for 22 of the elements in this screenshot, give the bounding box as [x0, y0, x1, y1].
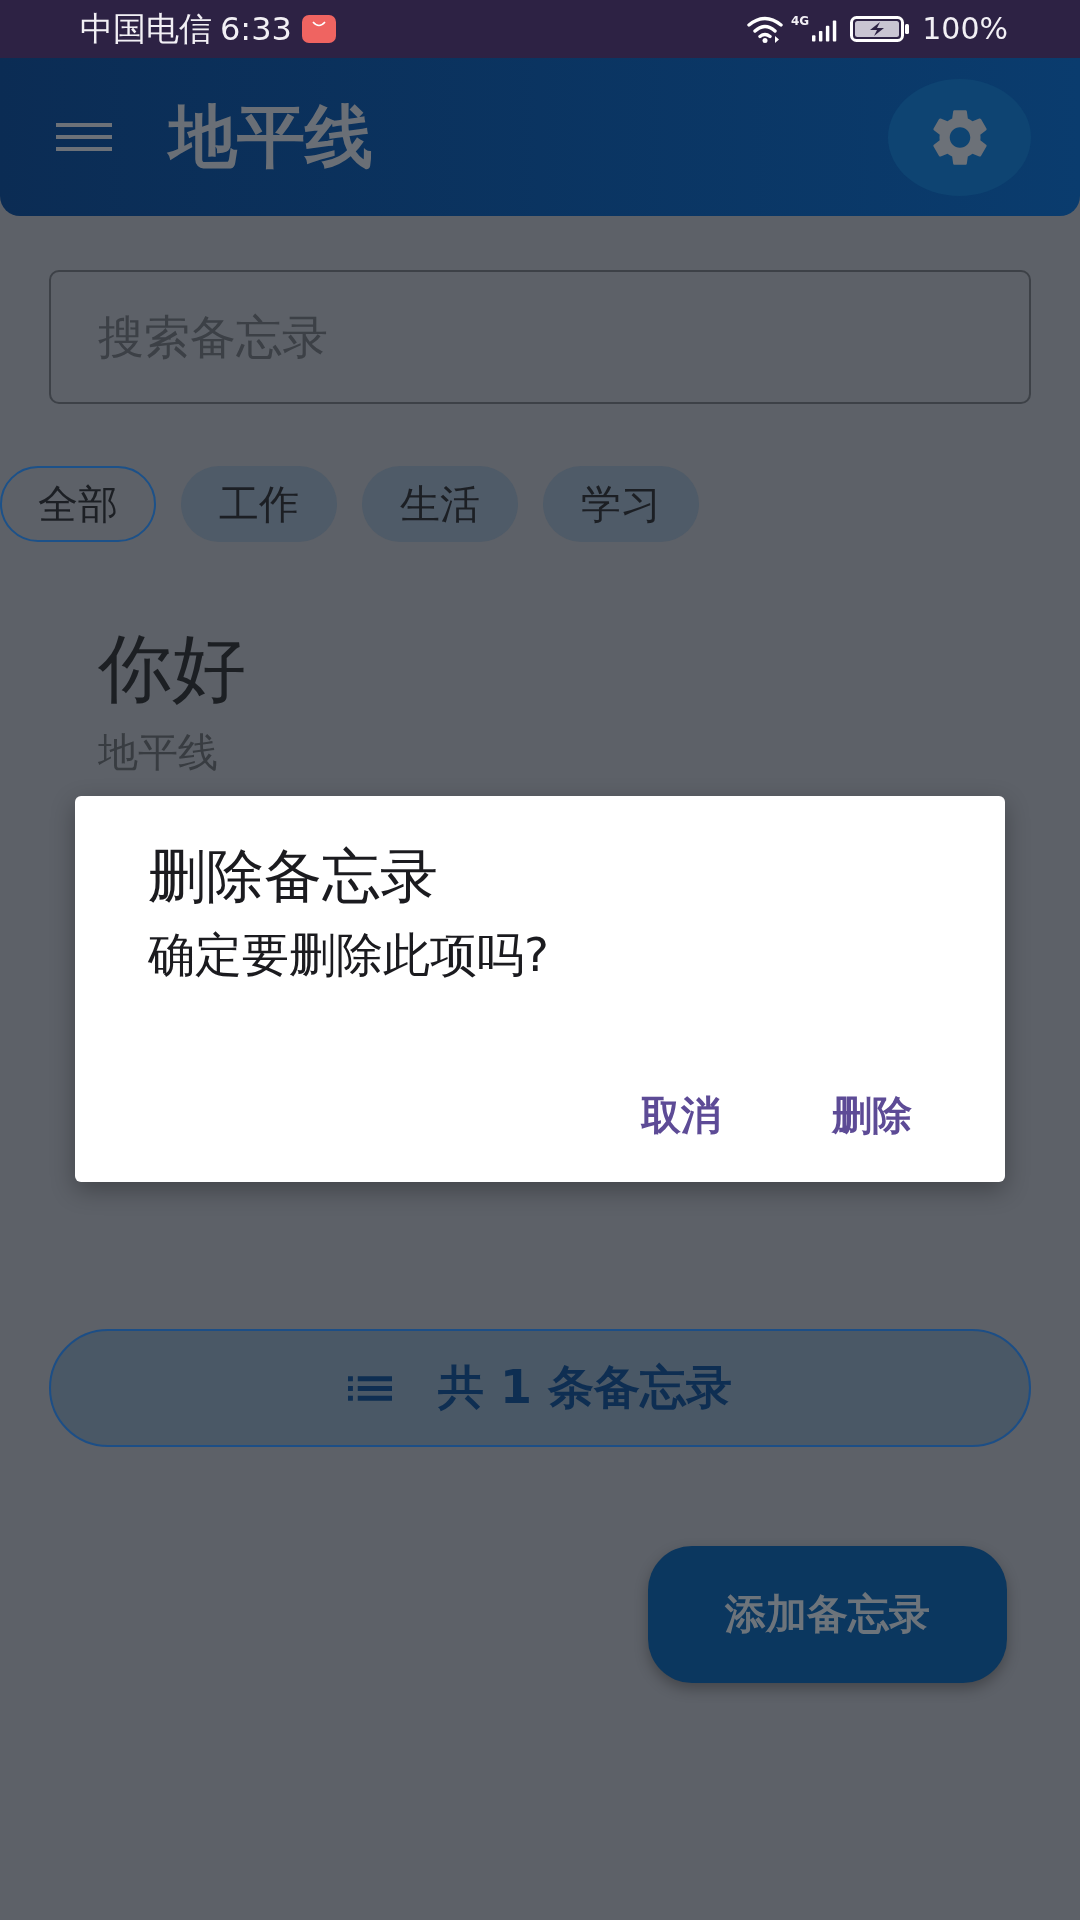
app-notification-icon	[301, 15, 336, 43]
dialog-button[interactable]: 取消	[617, 1080, 745, 1150]
network-type-label: 4G	[791, 15, 810, 27]
dialog-title: 删除备忘录	[148, 841, 438, 911]
menu-icon[interactable]	[56, 123, 112, 151]
filter-chip[interactable]: 生活	[362, 466, 518, 542]
add-memo-button[interactable]: 添加备忘录	[648, 1546, 1007, 1683]
battery-percentage: 100%	[922, 10, 1008, 48]
app-title: 地平线	[169, 97, 373, 177]
signal-icon	[812, 20, 839, 42]
carrier-label: 中国电信	[80, 9, 212, 49]
filter-chip[interactable]: 学习	[543, 466, 699, 542]
dialog-message: 确定要删除此项吗?	[148, 926, 549, 984]
wifi-icon	[747, 15, 783, 43]
clock: 6:33	[220, 9, 292, 49]
memo-count-button[interactable]: 共 1 条备忘录	[49, 1329, 1031, 1447]
list-icon	[347, 1375, 392, 1401]
filter-chip[interactable]: 工作	[181, 466, 337, 542]
settings-icon	[932, 108, 987, 166]
note-title[interactable]: 你好	[98, 624, 246, 712]
filter-chip[interactable]: 全部	[0, 466, 156, 542]
dialog-button[interactable]: 删除	[808, 1080, 936, 1150]
